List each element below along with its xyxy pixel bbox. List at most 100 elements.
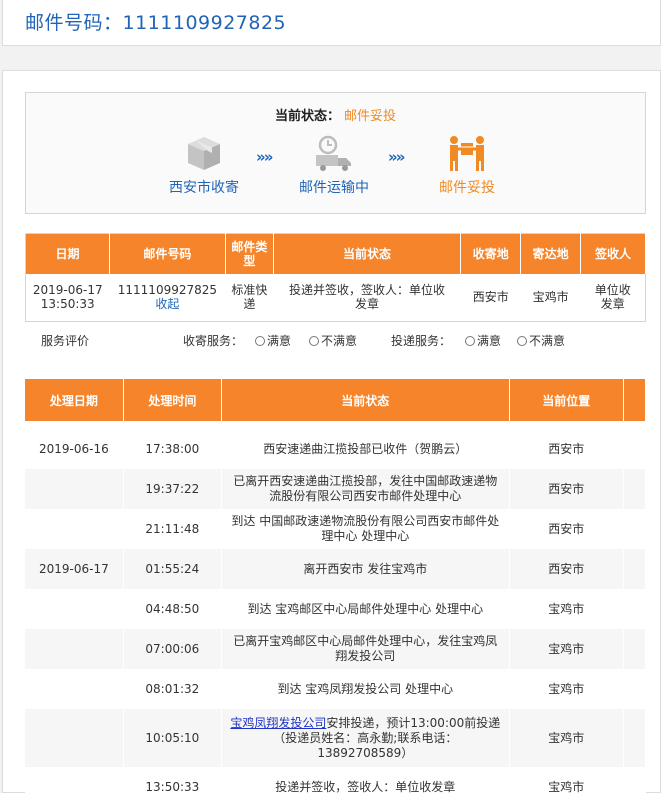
current-status-label: 当前状态： [274,109,340,124]
row-date [25,509,124,549]
row-status: 已离开宝鸡邮区中心局邮件处理中心，发往宝鸡凤翔发投公司 [221,629,510,669]
status-panel: 当前状态： 邮件妥投 西安市收寄 »» 邮件运输中 »» 邮件妥投 [25,92,646,214]
col-current-location: 当前位置 [509,379,624,421]
radio-button[interactable] [517,336,527,346]
row-location: 宝鸡市 [509,589,624,629]
col-process-date: 处理日期 [25,379,124,421]
radio-button[interactable] [309,336,319,346]
tracking-table: 处理日期 处理时间 当前状态 当前位置 2019-06-16 17:38:00 … [25,379,647,793]
collect-satisfied-option[interactable]: 满意 [255,332,291,349]
col-origin: 收寄地 [460,233,522,274]
delivery-truck-icon [314,133,354,173]
row-date [25,589,124,629]
table-row: 07:00:06 已离开宝鸡邮区中心局邮件处理中心，发往宝鸡凤翔发投公司 宝鸡市 [25,629,647,669]
table-row: 13:50:33 投递并签收，签收人：单位收发章 宝鸡市 [25,767,647,793]
row-time: 07:00:06 [123,629,222,669]
row-status: 到达 中国邮政速递物流股份有限公司西安市邮件处理中心 处理中心 [221,509,510,549]
col-process-time: 处理时间 [123,379,222,421]
col-type: 邮件类型 [225,233,274,274]
col-state: 当前状态 [273,233,462,274]
header-panel: 邮件号码：1111109927825 [2,0,661,46]
row-status: 离开西安市 发往宝鸡市 [221,549,510,589]
step-collected: 西安市收寄 [154,133,254,197]
row-spacer [25,421,646,429]
delivery-office-link[interactable]: 宝鸡凤翔发投公司 [230,716,326,730]
row-location: 宝鸡市 [509,709,624,767]
summary-date: 2019-06-17 13:50:33 [32,283,103,312]
col-current-status: 当前状态 [221,379,510,421]
row-status: 到达 宝鸡邮区中心局邮件处理中心 处理中心 [221,589,510,629]
step-label: 邮件妥投 [439,180,495,196]
radio-button[interactable] [255,336,265,346]
row-status: 投递并签收，签收人：单位收发章 [221,767,510,793]
row-pad [623,669,647,709]
deliver-satisfied-option[interactable]: 满意 [465,332,501,349]
delivered-handover-icon [447,133,487,173]
row-pad [623,429,647,469]
row-status: 已离开西安速递曲江揽投部，发往中国邮政速递物流股份有限公司西安市邮件处理中心 [221,469,510,509]
table-row [25,421,646,429]
summary-signer: 单位收发章 [594,283,631,312]
table-row: 19:37:22 已离开西安速递曲江揽投部，发往中国邮政速递物流股份有限公司西安… [25,469,647,509]
row-status: 西安速递曲江揽投部已收件（贺鹏云） [221,429,510,469]
collapse-link[interactable]: 收起 [109,297,225,311]
current-status-value: 邮件妥投 [344,109,397,124]
row-location: 西安市 [509,509,624,549]
step-delivered: 邮件妥投 [417,133,517,197]
step-transit: 邮件运输中 [284,133,384,197]
summary-number-cell: 1111109927825 收起 [109,274,225,322]
row-date [25,709,124,767]
row-date [25,669,124,709]
page-title: 邮件号码：1111109927825 [25,12,287,34]
summary-dest: 宝鸡市 [532,290,569,305]
row-time: 01:55:24 [123,549,222,589]
row-location: 西安市 [509,469,624,509]
row-date [25,629,124,669]
summary-origin: 西安市 [472,290,509,305]
row-pad [623,767,647,793]
radio-button[interactable] [465,336,475,346]
row-time: 17:38:00 [123,429,222,469]
row-status: 到达 宝鸡凤翔发投公司 处理中心 [221,669,510,709]
row-time: 19:37:22 [123,469,222,509]
row-pad [623,709,647,767]
collect-unsatisfied-option[interactable]: 不满意 [309,332,357,349]
row-time: 10:05:10 [123,709,222,767]
row-location: 宝鸡市 [509,629,624,669]
row-date [25,767,124,793]
service-evaluation: 服务评价 收寄服务： 满意 不满意 投递服务： 满意 不满意 [25,329,646,351]
row-date [25,469,124,509]
option-label: 满意 [477,334,502,348]
table-row: 2019-06-16 17:38:00 西安速递曲江揽投部已收件（贺鹏云） 西安… [25,429,647,469]
row-location: 西安市 [509,429,624,469]
summary-type: 标准快递 [231,283,268,312]
main-panel: 当前状态： 邮件妥投 西安市收寄 »» 邮件运输中 »» 邮件妥投 日期 邮件号… [2,70,661,793]
current-status: 当前状态： 邮件妥投 [26,105,645,124]
row-status-cell: 宝鸡凤翔发投公司安排投递，预计13:00:00前投递（投递员姓名：高永勤;联系电… [221,709,510,767]
row-location: 西安市 [509,549,624,589]
row-time: 13:50:33 [123,767,222,793]
table-row: 08:01:32 到达 宝鸡凤翔发投公司 处理中心 宝鸡市 [25,669,647,709]
collect-service-label: 收寄服务： [183,334,244,348]
row-date: 2019-06-16 [25,429,124,469]
row-pad [623,629,647,669]
row-pad [623,509,647,549]
option-label: 不满意 [321,334,358,348]
col-number: 邮件号码 [109,233,226,274]
evaluation-label: 服务评价 [41,334,90,348]
col-date: 日期 [25,233,110,274]
col-signer: 签收人 [580,233,646,274]
option-label: 不满意 [529,334,566,348]
deliver-service-label: 投递服务： [391,334,452,348]
deliver-unsatisfied-option[interactable]: 不满意 [517,332,565,349]
table-row: 04:48:50 到达 宝鸡邮区中心局邮件处理中心 处理中心 宝鸡市 [25,589,647,629]
summary-row: 2019-06-17 13:50:33 1111109927825 收起 标准快… [26,274,646,322]
row-time: 04:48:50 [123,589,222,629]
col-dest: 寄达地 [520,233,582,274]
table-row: 21:11:48 到达 中国邮政速递物流股份有限公司西安市邮件处理中心 处理中心… [25,509,647,549]
row-pad [623,549,647,589]
col-spacer [623,379,647,421]
summary-number: 1111109927825 [117,283,218,298]
step-arrow: »» [388,148,405,166]
table-row: 10:05:10 宝鸡凤翔发投公司安排投递，预计13:00:00前投递（投递员姓… [25,709,647,767]
